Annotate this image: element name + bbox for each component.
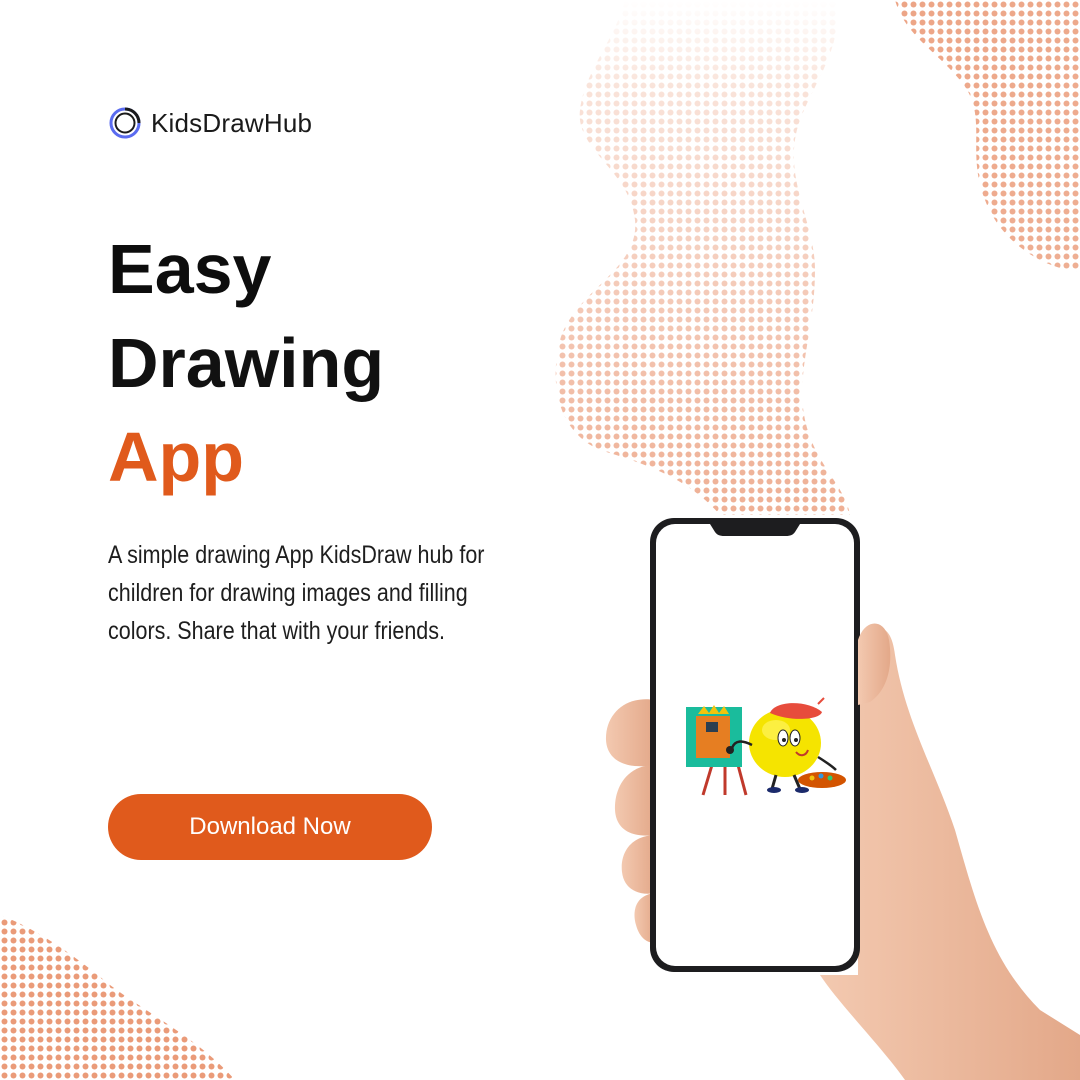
finger-1 — [605, 699, 655, 767]
phone-notch — [710, 524, 800, 536]
hand-phone-illustration — [605, 518, 1080, 1080]
finger-2 — [614, 765, 655, 836]
